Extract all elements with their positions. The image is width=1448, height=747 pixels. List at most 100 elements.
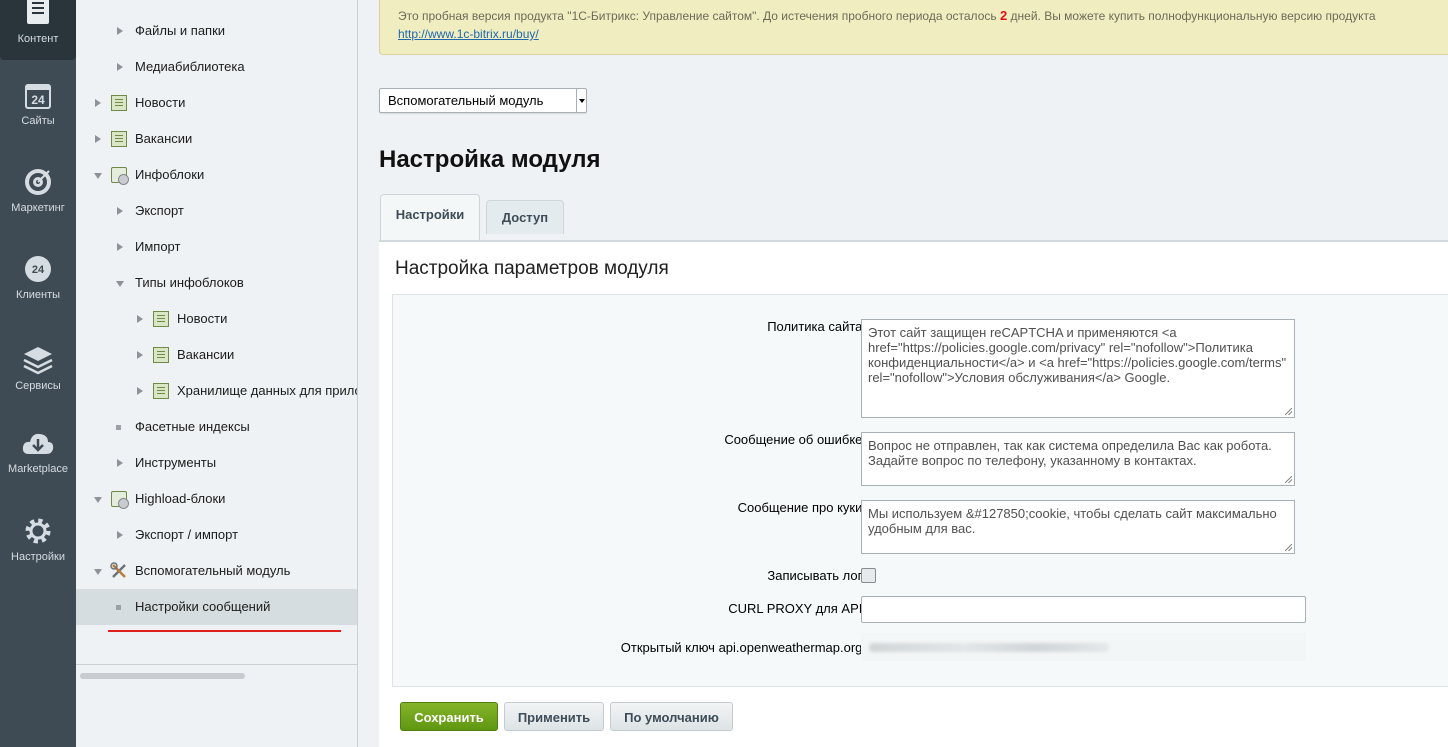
- infoblocks-settings-icon: [111, 167, 129, 185]
- nav-services[interactable]: Сервисы: [0, 345, 76, 392]
- tab-access[interactable]: Доступ: [486, 200, 564, 234]
- tree-item-label: Медиабиблиотека: [135, 59, 245, 74]
- bullet-icon: [116, 425, 121, 430]
- cookie-message-label: Сообщение про куки:: [737, 500, 866, 515]
- expand-arrow-icon[interactable]: [117, 243, 123, 251]
- nav-label: Контент: [17, 33, 59, 45]
- owm-key-label: Открытый ключ api.openweathermap.org:: [620, 640, 866, 655]
- curl-proxy-label: CURL PROXY для API:: [728, 601, 866, 616]
- expand-arrow-icon[interactable]: [117, 459, 123, 467]
- policy-label: Политика сайта:: [767, 319, 866, 334]
- iblock-icon: [111, 95, 127, 111]
- nav-label: Marketplace: [8, 463, 68, 475]
- tree-item-label: Типы инфоблоков: [135, 275, 244, 290]
- expand-arrow-icon[interactable]: [117, 27, 123, 35]
- collapse-arrow-icon[interactable]: [116, 281, 124, 287]
- expand-arrow-icon[interactable]: [137, 315, 143, 323]
- tree-item-news-type[interactable]: Новости: [76, 301, 357, 337]
- tab-settings[interactable]: Настройки: [380, 194, 480, 241]
- tree-item-label: Импорт: [135, 239, 181, 254]
- tree-item-news[interactable]: Новости: [76, 85, 357, 121]
- cookie-message-textarea[interactable]: Мы используем &#127850;cookie, чтобы сде…: [861, 500, 1295, 554]
- clients-24-icon: 24: [25, 256, 51, 282]
- chevron-down-icon[interactable]: [576, 89, 586, 112]
- tree-item-label: Файлы и папки: [135, 23, 226, 38]
- tree-item-vacancies-type[interactable]: Вакансии: [76, 337, 357, 373]
- content-icon: [27, 0, 49, 24]
- tree-item-label: Хранилище данных для приложений: [177, 383, 358, 398]
- module-select-value: Вспомогательный модуль: [388, 93, 544, 108]
- tree-item-files[interactable]: Файлы и папки: [76, 13, 357, 49]
- tree-item-label: Фасетные индексы: [135, 419, 250, 434]
- tree-item-import[interactable]: Импорт: [76, 229, 357, 265]
- nav-content[interactable]: Контент: [0, 0, 76, 60]
- tree-item-label: Экспорт / импорт: [135, 527, 239, 542]
- module-select[interactable]: Вспомогательный модуль: [379, 88, 587, 113]
- nav-settings[interactable]: Настройки: [0, 516, 76, 563]
- iblock-icon: [153, 347, 169, 363]
- owm-key-input[interactable]: [861, 633, 1306, 661]
- tree-item-infoblocks[interactable]: Инфоблоки: [76, 157, 357, 193]
- tree-item-helper-module[interactable]: Вспомогательный модуль: [76, 553, 357, 589]
- tree-item-export[interactable]: Экспорт: [76, 193, 357, 229]
- nav-label: Сайты: [21, 115, 55, 127]
- buy-link[interactable]: http://www.1c-bitrix.ru/buy/: [398, 27, 539, 41]
- scrollbar-thumb[interactable]: [80, 673, 245, 679]
- iblock-icon: [153, 383, 169, 399]
- expand-arrow-icon[interactable]: [137, 351, 143, 359]
- trial-text: Это пробная версия продукта "1С-Битрикс:…: [398, 9, 1000, 23]
- tree-item-label: Вспомогательный модуль: [135, 563, 291, 578]
- tree-item-media[interactable]: Медиабиблиотека: [76, 49, 357, 85]
- svg-text:24: 24: [31, 93, 45, 107]
- nav-sites[interactable]: 24 Сайты: [0, 82, 76, 127]
- tree-item-label: Highload-блоки: [135, 491, 226, 506]
- expand-arrow-icon[interactable]: [117, 531, 123, 539]
- left-icon-bar: Контент 24 Сайты Маркетинг 24 Клиенты Се…: [0, 0, 76, 747]
- error-message-textarea[interactable]: Вопрос не отправлен, так как система опр…: [861, 432, 1295, 486]
- highload-settings-icon: [111, 491, 129, 509]
- sites-calendar-icon: 24: [25, 84, 51, 109]
- expand-arrow-icon[interactable]: [117, 63, 123, 71]
- nav-clients[interactable]: 24 Клиенты: [0, 254, 76, 301]
- apply-button[interactable]: Применить: [504, 702, 604, 731]
- cloud-download-icon: [22, 433, 54, 454]
- tree-item-label: Инфоблоки: [135, 167, 205, 182]
- default-button[interactable]: По умолчанию: [610, 702, 733, 731]
- tree-item-export-import[interactable]: Экспорт / импорт: [76, 517, 357, 553]
- nav-marketing[interactable]: Маркетинг: [0, 167, 76, 214]
- write-log-checkbox[interactable]: [861, 568, 876, 583]
- tree-item-facet-indexes[interactable]: Фасетные индексы: [76, 409, 357, 445]
- nav-label: Клиенты: [15, 289, 61, 301]
- tree-horizontal-scrollbar[interactable]: [76, 664, 357, 680]
- settings-panel: Настройка параметров модуля Политика сай…: [379, 240, 1448, 747]
- expand-arrow-icon[interactable]: [95, 135, 101, 143]
- navigation-tree: Файлы и папки Медиабиблиотека Новости Ва…: [76, 0, 358, 747]
- tree-item-message-settings[interactable]: Настройки сообщений: [76, 589, 357, 625]
- expand-arrow-icon[interactable]: [117, 207, 123, 215]
- page-title: Настройка модуля: [379, 146, 601, 173]
- tree-item-highload[interactable]: Highload-блоки: [76, 481, 357, 517]
- save-button[interactable]: Сохранить: [400, 702, 498, 731]
- tree-item-app-storage[interactable]: Хранилище данных для приложений: [76, 373, 358, 409]
- expand-arrow-icon[interactable]: [95, 99, 101, 107]
- collapse-arrow-icon[interactable]: [94, 497, 102, 503]
- collapse-arrow-icon[interactable]: [94, 173, 102, 179]
- tree-item-label: Настройки сообщений: [135, 599, 271, 614]
- tree-item-label: Вакансии: [177, 347, 235, 362]
- nav-label: Маркетинг: [11, 202, 65, 214]
- tree-item-tools[interactable]: Инструменты: [76, 445, 357, 481]
- svg-text:24: 24: [32, 264, 45, 276]
- tree-item-label: Инструменты: [135, 455, 217, 470]
- bullet-icon: [116, 605, 121, 610]
- trial-notice: Это пробная версия продукта "1С-Битрикс:…: [379, 0, 1448, 55]
- tree-item-vacancies[interactable]: Вакансии: [76, 121, 357, 157]
- policy-textarea[interactable]: Этот сайт защищен reCAPTCHA и применяютс…: [861, 319, 1295, 418]
- curl-proxy-input[interactable]: [861, 596, 1306, 623]
- main-content: Это пробная версия продукта "1С-Битрикс:…: [359, 0, 1448, 747]
- red-underline-annotation: [108, 630, 341, 632]
- nav-marketplace[interactable]: Marketplace: [0, 430, 76, 475]
- tree-item-iblock-types[interactable]: Типы инфоблоков: [76, 265, 357, 301]
- gear-icon: [25, 518, 51, 544]
- expand-arrow-icon[interactable]: [137, 387, 143, 395]
- collapse-arrow-icon[interactable]: [94, 569, 102, 575]
